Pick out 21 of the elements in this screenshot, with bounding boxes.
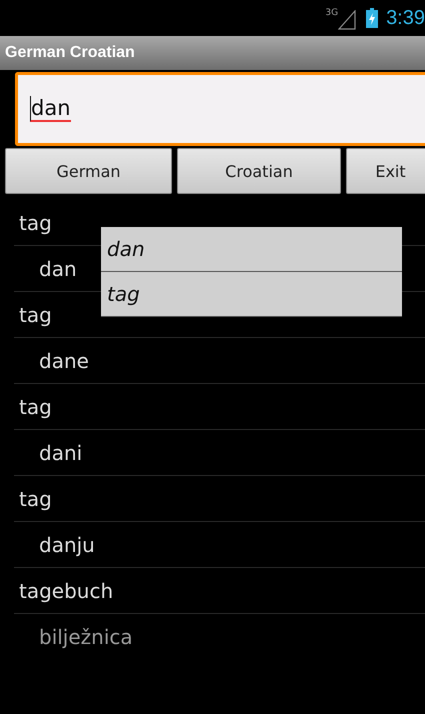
word-entry[interactable]: tag [14,302,52,326]
translation-entry[interactable]: dan [14,256,77,280]
suggestion-item[interactable]: tag [101,272,402,317]
network-label: 3G [325,8,338,18]
word-entry[interactable]: tag [14,486,52,510]
translation-entry[interactable]: dane [14,348,89,372]
search-field[interactable]: dan [15,72,425,146]
word-entry[interactable]: tag [14,394,52,418]
translation-entry[interactable]: bilježnica [14,624,133,648]
language-button[interactable]: German [5,148,172,194]
clock: 3:39 [386,6,425,30]
language-button[interactable]: Croatian [177,148,341,194]
word-entry[interactable]: tag [14,210,52,234]
signal-icon [338,10,356,30]
translation-entry[interactable]: danju [14,532,95,556]
suggestion-item[interactable]: dan [101,227,402,272]
language-button[interactable]: Exit [346,148,425,194]
word-entry[interactable]: tagebuch [14,578,114,602]
battery-icon [366,8,378,28]
translation-entry[interactable]: dani [14,440,82,464]
window-title: German Croatian [5,44,135,62]
